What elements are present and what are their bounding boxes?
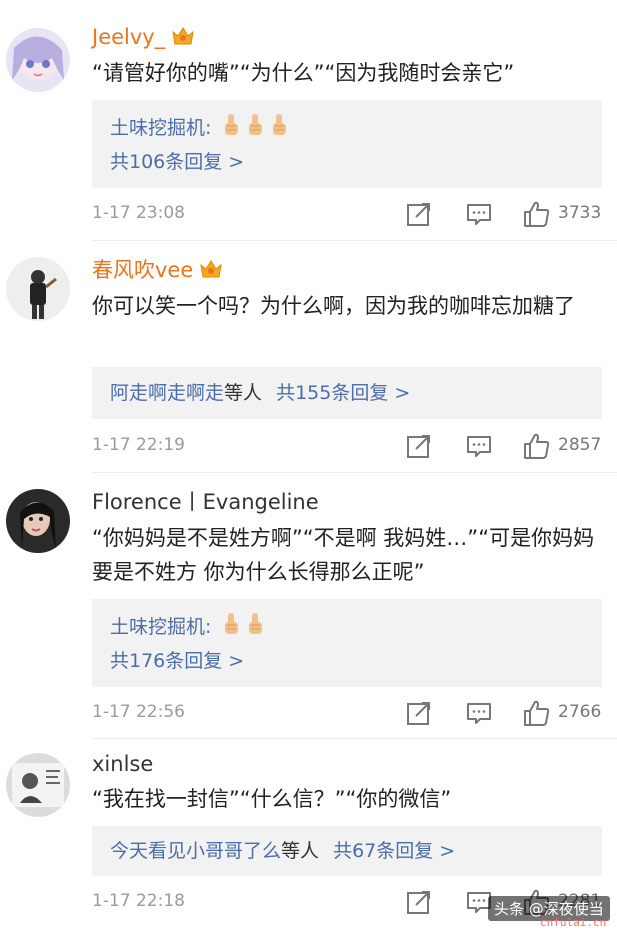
comment-icon[interactable]	[464, 199, 494, 229]
comment-text: “我在找一封信”“什么信？”“你的微信”	[92, 787, 452, 811]
reply-author-line[interactable]: 土味挖掘机:	[110, 612, 265, 639]
vip-crown-icon	[171, 26, 195, 46]
thumbs-up-emoji-icon	[245, 612, 265, 636]
like-count: 3733	[558, 203, 602, 223]
thumbs-up-emoji-icon	[221, 113, 241, 137]
comment-item: Jeelvy_ “请管好你的嘴”“为什么”“因为我随时会亲它” 土味挖掘机: 共…	[0, 0, 617, 240]
share-icon[interactable]	[404, 431, 434, 461]
timestamp: 1-17 22:18	[92, 891, 185, 911]
like-icon[interactable]	[522, 698, 552, 728]
thumbs-up-emoji-icon	[269, 113, 289, 137]
comment-text: “你妈妈是不是姓方啊”“不是啊 我妈姓…”“可是你妈妈要是不姓方 你为什么长得那…	[92, 526, 595, 584]
watermark-site: cnfulai.cn	[540, 916, 607, 929]
reply-summary-line[interactable]: 阿走啊走啊走等人 共155条回复 >	[110, 381, 410, 405]
comment-meta: 1-17 23:08 3733	[92, 199, 603, 229]
comment-text: 你可以笑一个吗？为什么啊，因为我的咖啡忘加糖了	[92, 294, 575, 318]
avatar[interactable]	[6, 489, 70, 553]
like-count: 2857	[558, 435, 602, 455]
comment-text: “请管好你的嘴”“为什么”“因为我随时会亲它”	[92, 61, 515, 85]
username[interactable]: Jeelvy_	[92, 24, 195, 50]
like-icon[interactable]	[522, 431, 552, 461]
comment-icon[interactable]	[464, 698, 494, 728]
share-icon[interactable]	[404, 698, 434, 728]
username[interactable]: xinlse	[92, 751, 153, 777]
like-count: 2766	[558, 702, 602, 722]
thumbs-up-emoji-icon	[245, 113, 265, 137]
reply-count-link[interactable]: 共176条回复 >	[110, 649, 244, 673]
reply-count-link[interactable]: 共106条回复 >	[110, 150, 244, 174]
share-icon[interactable]	[404, 887, 434, 917]
username[interactable]: Florence丨Evangeline	[92, 489, 319, 515]
comment-meta: 1-17 22:56 2766	[92, 698, 603, 728]
username[interactable]: 春风吹vee	[92, 257, 223, 283]
reply-author-line[interactable]: 土味挖掘机:	[110, 113, 289, 140]
avatar[interactable]	[6, 257, 70, 321]
timestamp: 1-17 22:19	[92, 435, 185, 455]
comment-item: 春风吹vee 你可以笑一个吗？为什么啊，因为我的咖啡忘加糖了 阿走啊走啊走等人 …	[0, 241, 617, 471]
thumbs-up-emoji-icon	[221, 612, 241, 636]
reply-preview[interactable]: 今天看见小哥哥了么等人 共67条回复 >	[92, 826, 602, 876]
avatar[interactable]	[6, 753, 70, 817]
vip-crown-icon	[199, 259, 223, 279]
timestamp: 1-17 22:56	[92, 702, 185, 722]
avatar[interactable]	[6, 28, 70, 92]
timestamp: 1-17 23:08	[92, 203, 185, 223]
comment-icon[interactable]	[464, 431, 494, 461]
reply-preview[interactable]: 阿走啊走啊走等人 共155条回复 >	[92, 367, 602, 419]
reply-preview[interactable]: 土味挖掘机: 共106条回复 >	[92, 100, 602, 188]
like-icon[interactable]	[522, 199, 552, 229]
comment-meta: 1-17 22:19 2857	[92, 431, 603, 461]
share-icon[interactable]	[404, 199, 434, 229]
comment-item: Florence丨Evangeline “你妈妈是不是姓方啊”“不是啊 我妈姓……	[0, 473, 617, 737]
reply-summary-line[interactable]: 今天看见小哥哥了么等人 共67条回复 >	[110, 839, 455, 863]
reply-preview[interactable]: 土味挖掘机: 共176条回复 >	[92, 599, 602, 687]
